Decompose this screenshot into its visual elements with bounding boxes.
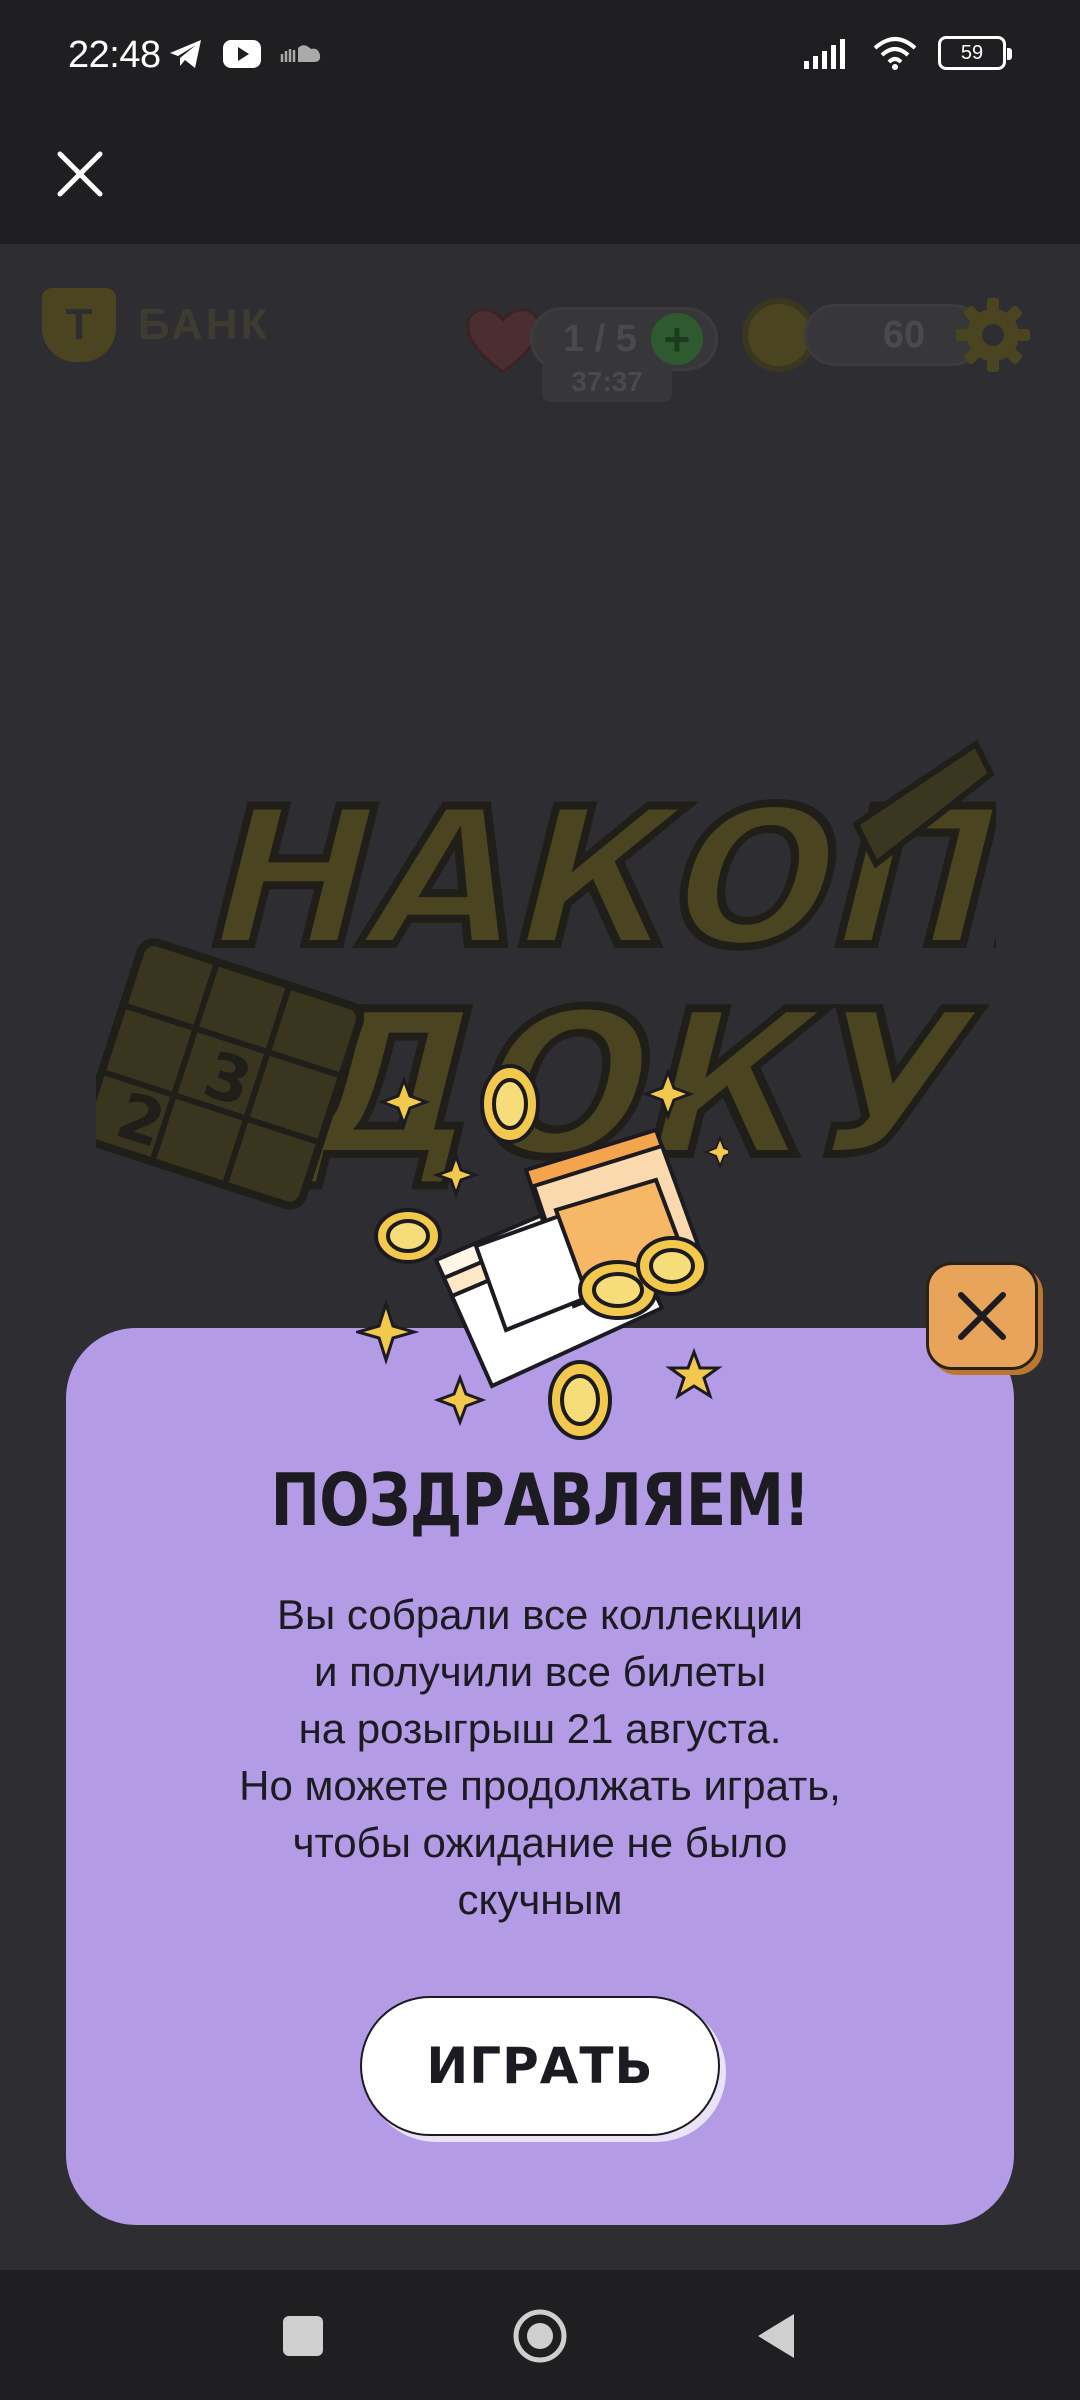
coin-icon [374, 1208, 442, 1264]
brand-logo: T БАНК [42, 288, 270, 362]
coin-icon [636, 1236, 708, 1296]
signal-icon [804, 39, 845, 69]
sparkle-icon [703, 1135, 728, 1169]
star-icon [665, 1347, 723, 1400]
coin-icon [480, 1064, 540, 1144]
sparkle-icon [433, 1373, 487, 1427]
logo-line1: НАКОПИ [187, 768, 996, 990]
gear-icon[interactable] [952, 294, 1034, 376]
home-button[interactable] [512, 2308, 568, 2364]
app-bar [0, 120, 1080, 244]
coins-counter: 60 [742, 298, 984, 372]
close-icon [958, 1292, 1006, 1340]
lives-value: 1 / 5 [563, 317, 637, 360]
status-bar: 22:48 59 [0, 0, 1080, 120]
coin-icon [548, 1360, 612, 1440]
brand-shield-icon: T [42, 288, 116, 362]
play-button[interactable]: ИГРАТЬ [360, 1996, 720, 2136]
recents-button[interactable] [283, 2316, 323, 2356]
battery-indicator: 59 [938, 36, 1012, 70]
sparkle-icon [377, 1075, 431, 1129]
system-nav-bar [0, 2270, 1080, 2400]
message-line: Вы собрали все коллекции [277, 1591, 803, 1638]
sparkle-icon [641, 1067, 695, 1121]
wifi-icon [873, 37, 917, 70]
sparkle-icon [432, 1151, 480, 1199]
message-line: на розыгрыш 21 августа. [298, 1705, 782, 1752]
popup-title: ПОЗДРАВЛЯЕМ! [270, 1458, 811, 1542]
message-line: и получили все билеты [313, 1648, 767, 1695]
sparkle-icon [356, 1299, 420, 1365]
youtube-icon [223, 40, 261, 68]
message-line: Но можете продолжать играть, [239, 1762, 841, 1809]
lives-timer: 37:37 [542, 362, 672, 402]
back-button[interactable] [756, 2312, 796, 2360]
brand-name: БАНК [138, 300, 271, 349]
notification-icons [168, 38, 324, 70]
message-line: чтобы ожидание не было [292, 1819, 788, 1866]
close-popup-button[interactable] [926, 1262, 1038, 1370]
telegram-icon [170, 40, 201, 68]
popup-message: Вы собрали все коллекции и получили все … [126, 1586, 954, 1928]
message-line: скучным [457, 1876, 623, 1923]
congrats-popup: ПОЗДРАВЛЯЕМ! Вы собрали все коллекции и … [66, 1328, 1014, 2225]
money-coins-illustration [356, 1064, 728, 1440]
soundcloud-icon [280, 45, 321, 62]
status-time: 22:48 [68, 34, 161, 76]
close-icon[interactable] [48, 142, 112, 206]
add-life-button[interactable]: + [650, 313, 703, 365]
